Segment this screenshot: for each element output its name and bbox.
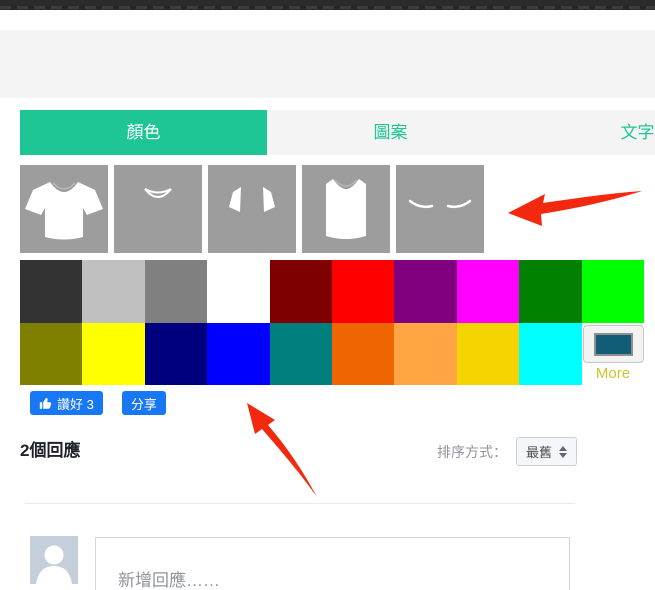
color-swatch[interactable] bbox=[207, 260, 269, 323]
section-divider bbox=[25, 503, 575, 504]
color-swatch[interactable] bbox=[82, 323, 144, 385]
thumbs-up-icon bbox=[39, 397, 52, 410]
avatar bbox=[30, 536, 78, 584]
more-colors-label[interactable]: More bbox=[596, 365, 630, 382]
page: 顏色 圖案 文字 bbox=[0, 0, 655, 590]
tab-color[interactable]: 顏色 bbox=[20, 110, 267, 155]
like-button[interactable]: 讚好 3 bbox=[30, 391, 103, 415]
sort-label: 排序方式： bbox=[437, 442, 507, 462]
sort-dropdown[interactable]: 最舊 bbox=[516, 437, 577, 466]
like-label: 讚好 3 bbox=[57, 394, 94, 413]
annotation-arrow-palette bbox=[235, 395, 327, 505]
color-swatch[interactable] bbox=[270, 260, 332, 323]
color-swatch[interactable] bbox=[332, 260, 394, 323]
thumbnail-hem[interactable] bbox=[396, 165, 484, 253]
share-button[interactable]: 分享 bbox=[122, 391, 166, 415]
thumbnail-sleeves[interactable] bbox=[208, 165, 296, 253]
color-swatch[interactable] bbox=[519, 323, 581, 385]
tab-bar: 顏色 圖案 文字 bbox=[20, 110, 655, 155]
sort-value: 最舊 bbox=[526, 442, 552, 461]
tab-pattern[interactable]: 圖案 bbox=[267, 110, 514, 155]
annotation-arrow-thumbnails bbox=[498, 185, 650, 235]
color-swatch[interactable] bbox=[145, 260, 207, 323]
header-band bbox=[0, 30, 655, 98]
comments-count: 2個回應 bbox=[20, 436, 80, 461]
full-shirt-icon bbox=[20, 165, 108, 253]
thumbnail-full-shirt[interactable] bbox=[20, 165, 108, 253]
palette-row-1 bbox=[20, 260, 644, 323]
collar-icon bbox=[114, 165, 202, 253]
current-color-preview bbox=[594, 333, 633, 356]
social-buttons: 讚好 3 分享 bbox=[30, 391, 166, 415]
color-swatch[interactable] bbox=[270, 323, 332, 385]
palette-row-2: More bbox=[20, 323, 645, 385]
color-swatch[interactable] bbox=[394, 260, 456, 323]
hem-icon bbox=[396, 165, 484, 253]
color-swatch[interactable] bbox=[394, 323, 456, 385]
color-swatch[interactable] bbox=[332, 323, 394, 385]
comment-input[interactable] bbox=[95, 537, 570, 590]
body-icon bbox=[302, 165, 390, 253]
color-swatch[interactable] bbox=[82, 260, 144, 323]
color-swatch[interactable] bbox=[457, 323, 519, 385]
color-swatch[interactable] bbox=[582, 260, 644, 323]
tab-text[interactable]: 文字 bbox=[514, 110, 655, 155]
share-label: 分享 bbox=[131, 394, 157, 413]
sleeves-icon bbox=[208, 165, 296, 253]
color-swatch[interactable] bbox=[20, 260, 82, 323]
sort-controls: 排序方式： 最舊 bbox=[437, 437, 577, 466]
color-swatch[interactable] bbox=[519, 260, 581, 323]
color-swatch[interactable] bbox=[207, 323, 269, 385]
more-colors-button[interactable] bbox=[583, 325, 644, 363]
color-swatch[interactable] bbox=[20, 323, 82, 385]
more-colors-cell: More bbox=[582, 323, 645, 385]
color-swatch[interactable] bbox=[457, 260, 519, 323]
thumbnail-body[interactable] bbox=[302, 165, 390, 253]
thumbnail-collar[interactable] bbox=[114, 165, 202, 253]
sort-arrows-icon bbox=[559, 446, 567, 458]
browser-top-strip bbox=[0, 0, 655, 10]
color-swatch[interactable] bbox=[145, 323, 207, 385]
garment-part-selector bbox=[20, 165, 484, 253]
